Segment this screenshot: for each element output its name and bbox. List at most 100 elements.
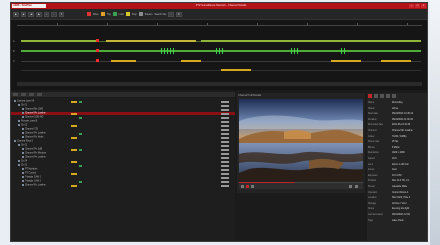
track-segment[interactable] xyxy=(201,40,421,42)
marker-flag[interactable] xyxy=(170,48,171,54)
track-segment[interactable] xyxy=(111,60,136,62)
tree-row[interactable]: Camera Lane 04 xyxy=(11,100,235,103)
marker-flag[interactable] xyxy=(291,48,292,54)
tree-row[interactable]: Ch 02 xyxy=(11,124,235,127)
row-badge xyxy=(221,160,229,163)
event-marker[interactable] xyxy=(96,49,99,52)
copy-icon[interactable] xyxy=(386,94,390,98)
prev-frame-icon[interactable] xyxy=(241,184,244,188)
marker-flag[interactable] xyxy=(341,48,342,54)
search-icon[interactable]: ⌕ xyxy=(168,11,174,17)
video-frame[interactable] xyxy=(239,99,363,181)
tree-row[interactable]: Channel Fix Lowline xyxy=(11,156,235,159)
refresh-icon[interactable] xyxy=(36,93,42,96)
tree-row[interactable]: Channel Fix Lowline xyxy=(11,112,235,115)
tree-row[interactable]: Channel Mx 1080 xyxy=(11,108,235,111)
landscape-image xyxy=(239,99,363,181)
marker-flag[interactable] xyxy=(294,48,295,54)
tree-row[interactable]: Triangle CAM 2 xyxy=(11,180,235,183)
property-value: Evening low light xyxy=(392,208,410,211)
zoom-out-icon[interactable]: − xyxy=(51,11,57,17)
marker-flag[interactable] xyxy=(219,48,220,54)
play-icon[interactable]: ▶ xyxy=(13,11,19,17)
marker-flag[interactable] xyxy=(216,48,217,54)
marker-flag[interactable] xyxy=(161,48,162,54)
search-title-label: Search title xyxy=(154,12,167,16)
grid-icon[interactable]: # xyxy=(58,11,65,17)
folder-icon xyxy=(18,144,20,146)
track-segment[interactable] xyxy=(106,40,196,42)
marker-flag[interactable] xyxy=(173,48,174,54)
tree-row[interactable]: PT Control xyxy=(11,172,235,175)
row-badge xyxy=(221,144,229,147)
track-segment[interactable] xyxy=(181,60,201,62)
event-marker[interactable] xyxy=(96,59,99,62)
tree-row[interactable]: Ch 04 xyxy=(11,160,235,163)
edit-icon[interactable] xyxy=(374,94,378,98)
volume-icon[interactable] xyxy=(349,184,352,188)
folder-icon xyxy=(18,124,20,126)
forward-icon[interactable]: ▶ xyxy=(36,11,42,17)
row-badge xyxy=(221,184,229,187)
close-button[interactable]: × xyxy=(421,4,426,8)
tree-row[interactable]: PT Monitors xyxy=(11,168,235,171)
tree-row[interactable]: Channel Fix Lowline xyxy=(11,184,235,187)
tree-row[interactable]: Channel Fix 3dB xyxy=(11,148,235,151)
tree-row[interactable]: Channel Fix Lowline xyxy=(11,132,235,135)
filter-lock-swatch[interactable] xyxy=(112,12,117,16)
property-key: Frame rate xyxy=(368,141,380,144)
delete-icon[interactable] xyxy=(392,94,396,98)
info-icon[interactable] xyxy=(380,94,384,98)
filter-stop-label: Stop xyxy=(131,12,137,16)
collapse-icon[interactable] xyxy=(20,93,26,96)
tree-row[interactable]: Channel Fix Node xyxy=(11,136,235,139)
zoom-in-icon[interactable]: + xyxy=(43,11,50,17)
tree-row[interactable]: Channel 1080 HD xyxy=(11,116,235,119)
track-line-c[interactable] xyxy=(21,61,421,62)
tree-row[interactable]: Process Lane B xyxy=(11,120,235,123)
timeline-panel[interactable]: A B C xyxy=(11,20,427,90)
play-pause-icon[interactable] xyxy=(246,184,249,188)
marker-flag[interactable] xyxy=(164,48,165,54)
tree-row[interactable]: Channel 720 xyxy=(11,128,235,131)
folder-icon xyxy=(18,164,20,166)
stop-icon[interactable]: ■ xyxy=(20,11,27,17)
tree-row[interactable]: Channel Fix Window xyxy=(11,152,235,155)
event-marker[interactable] xyxy=(96,39,99,42)
expand-icon[interactable] xyxy=(13,93,18,96)
tree-row[interactable]: Ch 01 xyxy=(11,164,235,167)
tree-row[interactable]: Ch 01 xyxy=(11,104,235,107)
track-segment[interactable] xyxy=(381,60,411,62)
maximize-button[interactable]: □ xyxy=(415,4,420,8)
tree-row[interactable]: Triangle CAM 1 xyxy=(11,176,235,179)
property-value: Pan 12.4 Tilt -3.1 xyxy=(392,180,410,183)
tree-row[interactable]: Camera Rack 2 xyxy=(11,140,235,143)
track-segment[interactable] xyxy=(331,60,361,62)
tree-row-label: Triangle CAM 2 xyxy=(25,180,41,183)
marker-flag[interactable] xyxy=(344,48,345,54)
timeline-scrollbar[interactable] xyxy=(17,82,422,86)
track-segment[interactable] xyxy=(221,69,251,71)
marker-flag[interactable] xyxy=(222,48,223,54)
settings-icon[interactable]: ⚙ xyxy=(175,11,182,17)
property-row: Tags Lake, Dusk xyxy=(368,219,427,223)
status-tag xyxy=(71,136,77,139)
marker-flag[interactable] xyxy=(297,48,298,54)
properties-toolbar xyxy=(368,94,396,98)
next-frame-icon[interactable] xyxy=(251,184,254,188)
filter-stream-swatch[interactable] xyxy=(138,12,143,16)
fullscreen-icon[interactable] xyxy=(355,184,358,188)
filter-drive-swatch[interactable] xyxy=(87,12,91,16)
record-icon[interactable] xyxy=(368,94,372,98)
filter-stop-swatch[interactable] xyxy=(125,12,130,16)
tree-row[interactable]: Ch 01 xyxy=(11,144,235,147)
marker-flag[interactable] xyxy=(167,48,168,54)
minimize-button[interactable]: – xyxy=(409,4,414,8)
filter-trig-swatch[interactable] xyxy=(100,12,105,16)
channel-tree[interactable]: Camera Lane 04 Ch 01 Channel Mx 1080 Channe… xyxy=(11,98,235,241)
filter-icon[interactable] xyxy=(28,93,34,96)
rewind-icon[interactable]: ◀ xyxy=(28,11,35,17)
property-key: Last accessed xyxy=(368,214,383,216)
track-segment[interactable] xyxy=(21,50,421,52)
track-segment[interactable] xyxy=(21,40,96,42)
